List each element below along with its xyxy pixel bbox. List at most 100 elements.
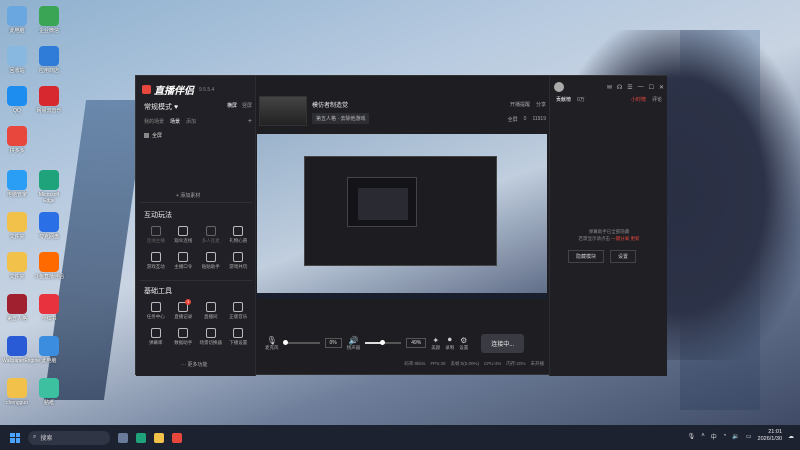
desktop-icon[interactable]: 企业微信	[34, 6, 64, 34]
mic-control[interactable]: 🎙 麦克风	[265, 336, 279, 351]
beauty-button[interactable]: ✦ 美颜	[431, 336, 440, 351]
remind-button[interactable]: 开播提醒	[510, 101, 530, 108]
headset-icon[interactable]: ☊	[617, 84, 622, 91]
room-cover[interactable]	[259, 96, 307, 126]
desktop-icon[interactable]: 夸克网盘	[34, 212, 64, 240]
notice-line-1: 弹幕助手已全部隐藏	[588, 229, 630, 234]
landscape-toggle[interactable]: 横屏	[227, 103, 237, 109]
grid-item[interactable]: 弹幕库	[142, 328, 170, 346]
room-category[interactable]: 第五人格 · 去除他游戏	[312, 113, 370, 124]
grid-item[interactable]: 下播设置	[225, 328, 253, 346]
detach-link[interactable]: 一键分离	[611, 236, 629, 241]
desktop-icon[interactable]: 小红书	[34, 294, 64, 322]
center-panel: 模仿者制造觉 第五人格 · 去除他游戏 开播提醒 分享 全屏 0 11919 🎙…	[257, 76, 548, 376]
ime-indicator[interactable]: 中	[711, 432, 717, 441]
tab-add[interactable]: 添加	[186, 118, 196, 125]
wifi-icon[interactable]: ◔	[723, 433, 727, 439]
volume-icon[interactable]: 🔉	[732, 433, 739, 440]
system-tray: 🎙 ˄ 中 ◔ 🔉 ▭ 21:01 2026/1/30 ☁	[688, 429, 794, 443]
grid-item-label: 观众连线	[174, 238, 193, 243]
desktop-icon[interactable]: 文件夹	[2, 252, 32, 280]
desktop-icon[interactable]: 贴纸	[34, 378, 64, 406]
grid-item-label: 礼物心愿	[229, 238, 248, 243]
desktop-icon[interactable]: 此电脑	[2, 6, 32, 34]
stream-preview[interactable]	[257, 134, 547, 299]
desktop-icon[interactable]: 回收站	[2, 46, 32, 74]
tab-contribution[interactable]: 贡献榜	[556, 96, 571, 103]
grid-item[interactable]: 直播间	[197, 302, 225, 320]
grid-item[interactable]: 场景切换器	[197, 328, 225, 346]
scene-item[interactable]: 全屏	[144, 132, 162, 139]
desktop-icon[interactable]: WallpaperEngine	[2, 336, 40, 364]
live-app-taskbar-icon[interactable]	[172, 432, 182, 443]
grid-item[interactable]: 游戏共玩	[225, 252, 253, 270]
chevron-up-icon[interactable]: ˄	[701, 433, 705, 439]
avatar[interactable]	[554, 82, 564, 92]
share-button[interactable]: 分享	[536, 101, 546, 108]
room-title[interactable]: 模仿者制造觉	[312, 100, 369, 109]
battery-icon[interactable]: ▭	[746, 433, 752, 440]
menu-icon[interactable]: ☰	[627, 84, 632, 91]
desktop-icon[interactable]: Microsoft Edge	[34, 170, 64, 204]
grid-item[interactable]: 观众连线	[170, 226, 198, 244]
clock[interactable]: 21:01 2026/1/30	[758, 429, 782, 443]
taskview-icon[interactable]	[118, 432, 128, 443]
tab-hourly-rank[interactable]: 小时榜	[631, 96, 646, 103]
tab-count[interactable]: 0万	[577, 96, 585, 103]
grid-item[interactable]: 数据助手	[170, 328, 198, 346]
taskbar-search[interactable]: ⌕ 搜索	[28, 430, 110, 445]
maximize-icon[interactable]: ☐	[649, 84, 654, 91]
desktop-icon[interactable]: 拼多多	[2, 126, 32, 154]
update-link[interactable]: 更新	[631, 236, 640, 241]
taskbar-apps	[118, 432, 182, 443]
desktop-icon[interactable]: 应用商店	[34, 46, 64, 74]
grid-item[interactable]: 游戏互动	[142, 252, 170, 270]
desktop-icon[interactable]: QQ	[2, 86, 32, 114]
hide-module-button[interactable]: 隐藏模块	[568, 250, 605, 263]
speaker-percent: 49%	[406, 338, 427, 348]
section-title-tools: 基础工具	[144, 288, 172, 295]
edge-icon[interactable]	[136, 432, 146, 443]
grid-item[interactable]: 正版音乐	[225, 302, 253, 320]
grid-item[interactable]: 多人连麦	[197, 226, 225, 244]
mic-slider[interactable]	[282, 340, 320, 345]
desktop-icon[interactable]: 此电脑	[34, 336, 64, 364]
mic-tray-icon[interactable]: 🎙	[688, 433, 696, 440]
tab-comments[interactable]: 评论	[652, 96, 662, 103]
start-live-button[interactable]: 连接中...	[481, 333, 525, 353]
speaker-control[interactable]: 🔊 扬声器	[347, 336, 361, 351]
grid-item[interactable]: 任务中心	[142, 302, 170, 320]
windows-start-icon[interactable]	[10, 432, 20, 443]
desktop-icon[interactable]: 第五人格	[2, 294, 32, 322]
tab-scene[interactable]: 场景	[170, 118, 180, 125]
notification-icon[interactable]: ☁	[788, 433, 794, 440]
settings-button[interactable]: ⚙ 设置	[459, 336, 468, 351]
grid-item[interactable]: 主播口令	[170, 252, 198, 270]
file-explorer-icon[interactable]	[154, 432, 164, 443]
fullscreen-button[interactable]: 全屏	[508, 116, 518, 123]
grid-item[interactable]: 贴贴助手	[197, 252, 225, 270]
room-info: 模仿者制造觉 第五人格 · 去除他游戏	[259, 96, 370, 126]
grid-item[interactable]: 连线主播	[142, 226, 170, 244]
tab-my-scenes[interactable]: 我的场景	[144, 118, 164, 125]
grid-item-label: 任务中心	[146, 314, 165, 319]
portrait-toggle[interactable]: 竖屏	[242, 103, 252, 109]
add-source-button[interactable]: + 添加素材	[176, 192, 200, 199]
mail-icon[interactable]: ✉	[607, 84, 612, 91]
record-button[interactable]: ⏺ 录制	[445, 335, 454, 351]
stream-controls: 🎙 麦克风 0% 🔊 扬声器 49% ✦ 美颜 ⏺ 录制 ⚙ 设置 连接中...	[257, 328, 548, 358]
mode-selector[interactable]: 常规模式 ♥	[144, 102, 178, 112]
desktop-icon[interactable]: 斗鱼直播伴侣	[34, 252, 64, 280]
assistant-settings-button[interactable]: 设置	[610, 250, 637, 263]
grid-item[interactable]: 1 直播记录	[170, 299, 198, 320]
desktop-icon[interactable]: 电脑管家	[2, 170, 32, 198]
desktop-icon[interactable]: 网易云音乐	[34, 86, 64, 114]
desktop-icon[interactable]: 文件夹	[2, 212, 32, 240]
add-scene-button[interactable]: +	[248, 118, 252, 125]
more-features-button[interactable]: ··· 更多功能	[181, 361, 207, 368]
minimize-icon[interactable]: —	[638, 84, 644, 91]
close-icon[interactable]: ✕	[659, 84, 664, 91]
speaker-slider[interactable]	[365, 340, 402, 345]
desktop-icon[interactable]: chengguo	[2, 378, 32, 406]
grid-item[interactable]: 礼物心愿	[225, 226, 253, 244]
